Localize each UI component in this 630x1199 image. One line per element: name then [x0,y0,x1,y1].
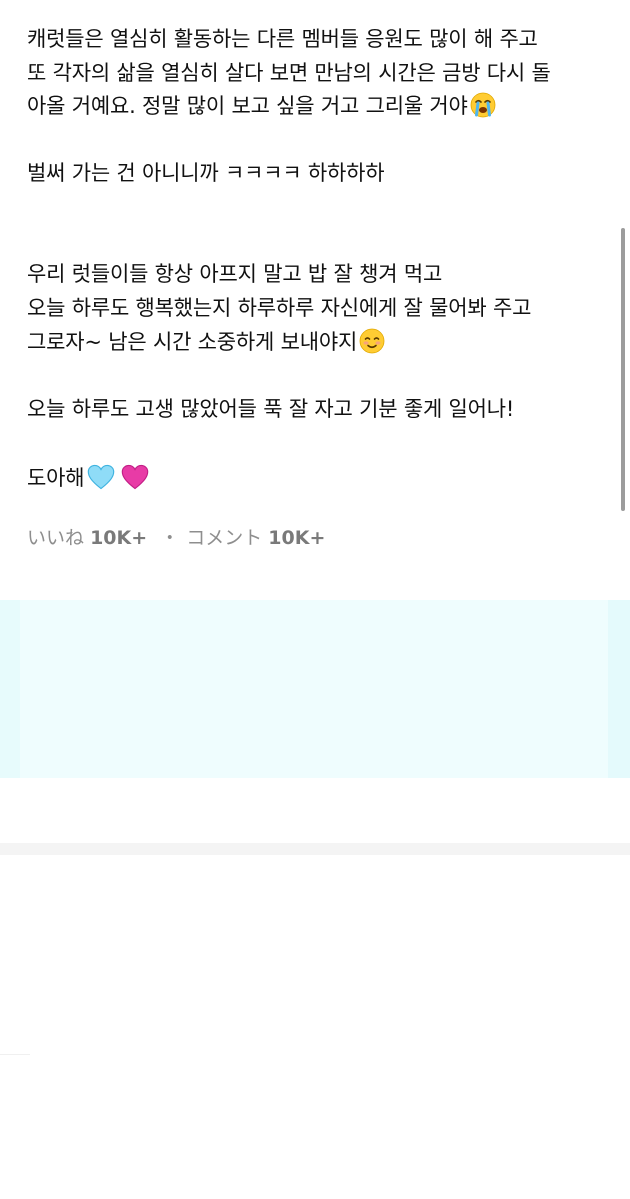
hero-right-edge [608,600,630,778]
post-text-line: 또 각자의 삶을 열심히 살다 보면 만남의 시간은 금방 다시 돌 [27,61,551,85]
hero-banner [0,600,630,778]
section-divider [0,843,630,855]
hero-left-edge [0,600,20,778]
post-text-line: 아올 거예요. 정말 많이 보고 싶을 거고 그리울 거야 [27,91,496,121]
post-text-line: 그로자~ 남은 시간 소중하게 보내야지 [27,327,385,357]
pink-heart-emoji-icon [122,464,149,490]
likes-count[interactable]: 10K+ [90,527,147,549]
scrollbar[interactable] [621,228,625,511]
thin-divider [0,1054,30,1055]
likes-label[interactable]: いいね [27,527,84,549]
comments-label[interactable]: コメント [186,527,262,549]
loudly-crying-face-emoji-icon [470,92,496,118]
engagement-stats: いいね 10K+ ・コメント 10K+ [27,524,325,552]
post-text-line: 벌써 가는 건 아니니까 ㅋㅋㅋㅋ 하하하하 [27,161,385,185]
comments-count[interactable]: 10K+ [268,527,325,549]
post-text-line: 캐럿들은 열심히 활동하는 다른 멤버들 응원도 많이 해 주고 [27,27,538,51]
post-text-line: 우리 럿들이들 항상 아프지 말고 밥 잘 챙겨 먹고 [27,262,443,286]
post-text-line: 오늘 하루도 고생 많았어들 푹 잘 자고 기분 좋게 일어나! [27,397,515,421]
light-blue-heart-emoji-icon [88,464,115,490]
stats-separator: ・ [160,527,180,549]
post-text-line: 오늘 하루도 행복했는지 하루하루 자신에게 잘 물어봐 주고 [27,296,532,320]
smiling-face-emoji-icon [359,328,385,354]
post-text-line: 도아해 [27,462,150,493]
post-body: 캐럿들은 열심히 활동하는 다른 멤버들 응원도 많이 해 주고 또 각자의 삶… [0,0,630,600]
